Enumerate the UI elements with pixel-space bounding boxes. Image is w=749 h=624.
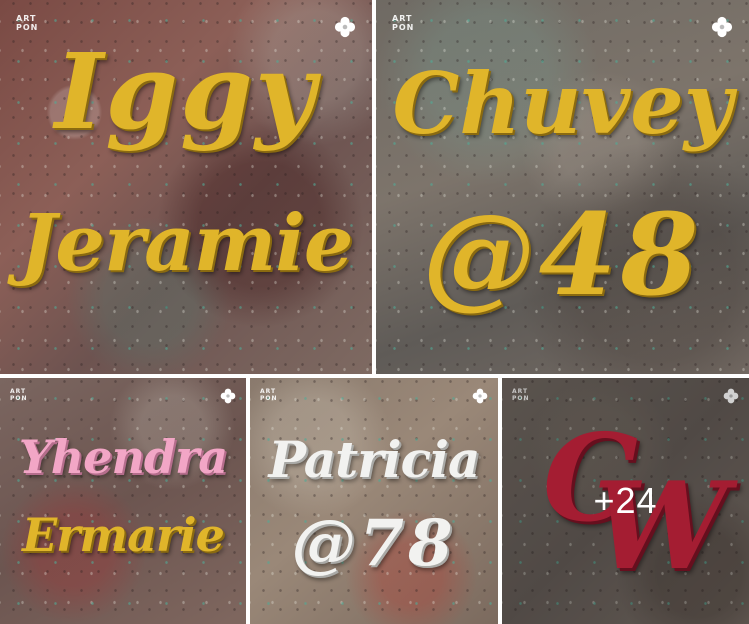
watermark-line2: PON: [260, 395, 278, 402]
flower-icon: [220, 388, 236, 404]
texture: [0, 378, 246, 624]
sign-word-1: Chuvey: [392, 54, 733, 153]
watermark-line2: PON: [392, 23, 415, 32]
artpon-watermark: ART PON: [10, 388, 28, 402]
watermark-line1: ART: [260, 388, 277, 395]
watermark-line1: ART: [392, 14, 413, 23]
sign-word-1: Yhendra: [18, 430, 228, 484]
photo-tile-patricia-78[interactable]: ART PON Patricia @78: [250, 378, 498, 624]
sign-word-1: Iggy: [54, 30, 318, 153]
artpon-watermark: ART PON: [260, 388, 278, 402]
more-photos-count: +24: [593, 480, 658, 521]
watermark-line1: ART: [10, 388, 27, 395]
sign-word-1: Patricia: [268, 430, 481, 489]
photo-tile-iggy-jeramie[interactable]: ART PON Iggy Jeramie: [0, 0, 372, 374]
photo-grid: ART PON Iggy Jeramie ART PON Chuvey @48 …: [0, 0, 749, 624]
photo-tile-more[interactable]: ART PON C W +24: [502, 378, 749, 624]
flower-icon: [711, 16, 733, 38]
sign-word-2: @78: [291, 506, 457, 581]
photo-tile-chuvey-48[interactable]: ART PON Chuvey @48: [376, 0, 749, 374]
sign-word-2: Ermarie: [22, 508, 225, 562]
flower-icon: [472, 388, 488, 404]
more-photos-overlay[interactable]: +24: [502, 378, 749, 624]
photo-tile-yhendra-ermarie[interactable]: ART PON Yhendra Ermarie: [0, 378, 246, 624]
sign-word-2: Jeramie: [19, 198, 354, 289]
watermark-line1: ART: [16, 14, 37, 23]
watermark-line2: PON: [10, 395, 28, 402]
artpon-watermark: ART PON: [392, 14, 414, 32]
texture: [250, 378, 498, 624]
sign-word-2: @48: [422, 190, 703, 321]
